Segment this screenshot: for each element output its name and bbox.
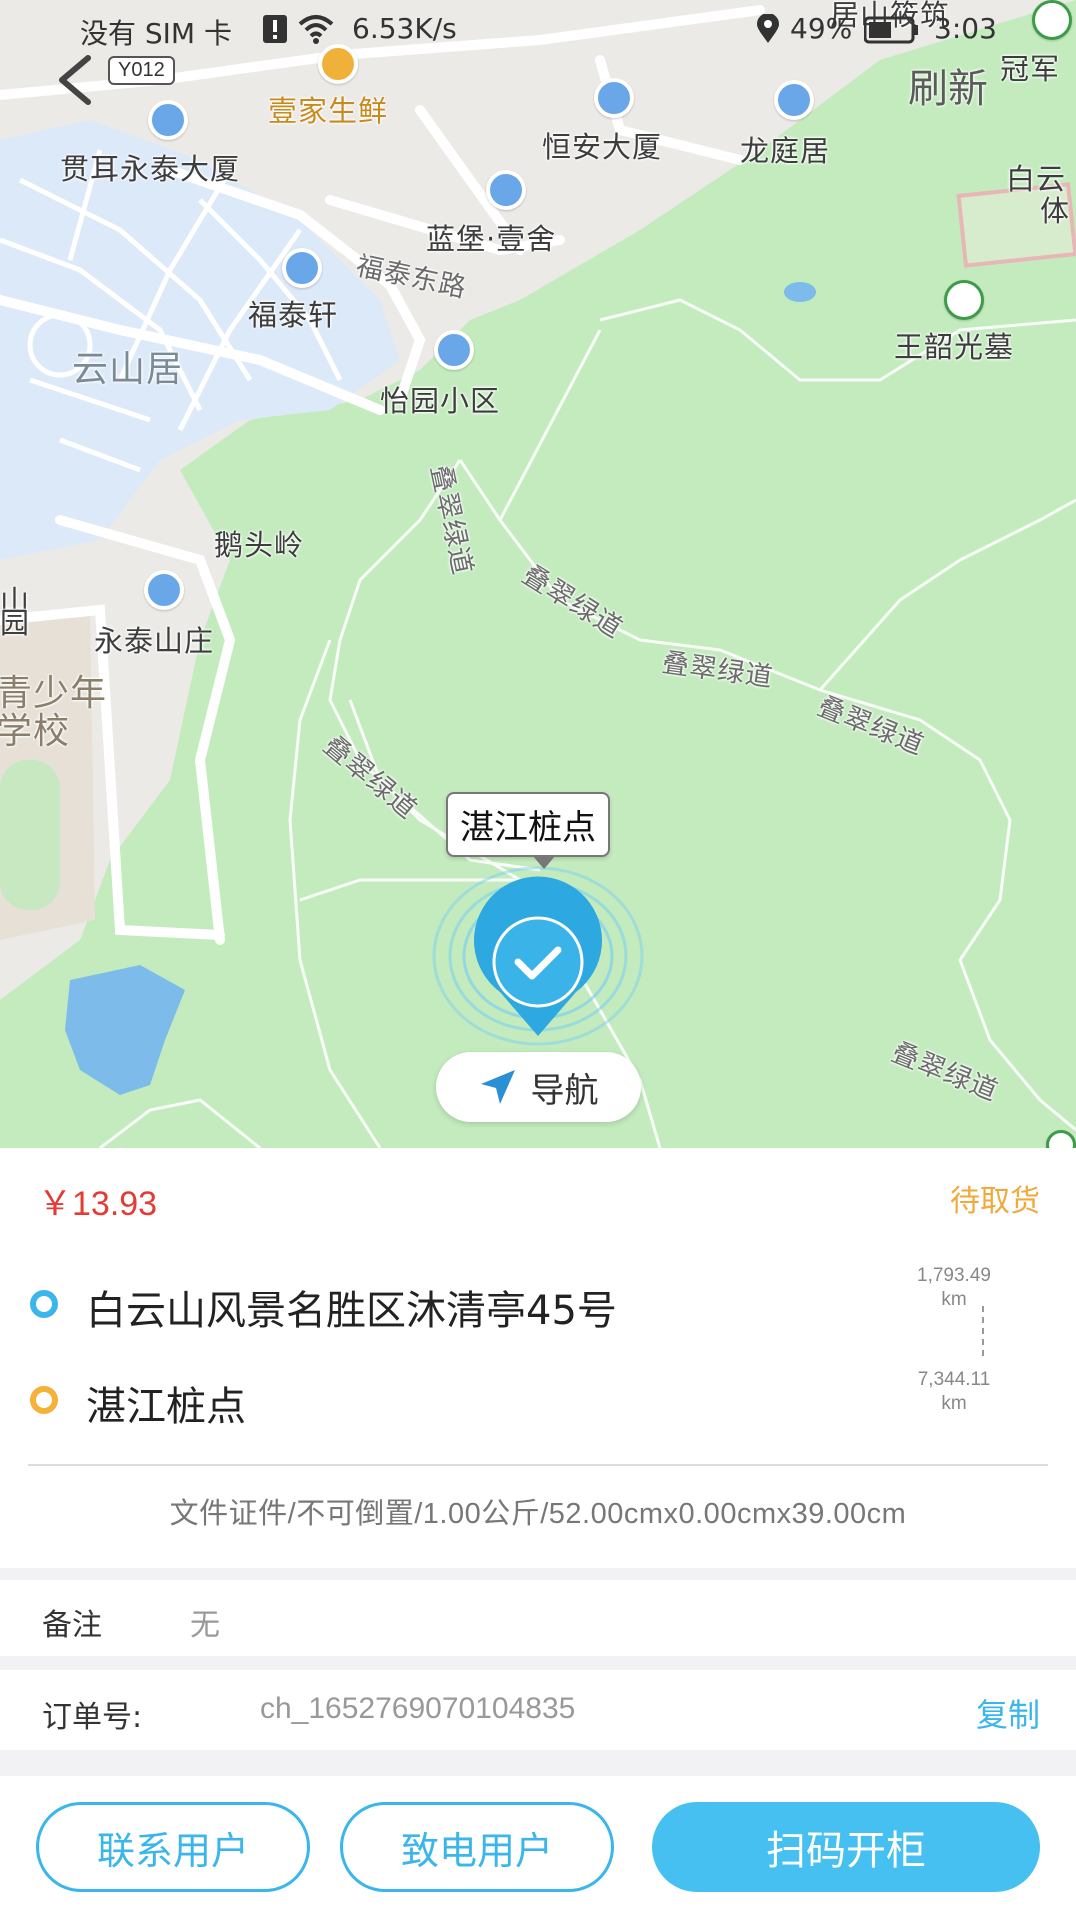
road-badge: Y012 [108, 56, 175, 85]
refresh-button[interactable]: 刷新 [908, 56, 988, 114]
building-poi-icon[interactable] [148, 100, 188, 140]
destination-marker[interactable] [430, 866, 646, 1046]
map-label: 壹家生鲜 [268, 94, 389, 128]
order-status-badge: 待取货 [950, 1184, 1040, 1219]
hotel-poi-icon[interactable] [486, 170, 526, 210]
order-number-row: 订单号: ch_1652769070104835 复制 [0, 1670, 1076, 1750]
clock: 3:03 [934, 12, 997, 45]
navigation-arrow-icon [480, 1070, 515, 1104]
back-button[interactable] [48, 50, 108, 110]
sim-alert-icon [262, 14, 288, 51]
order-number-value: ch_1652769070104835 [260, 1692, 576, 1725]
map-label: 云山居 [72, 349, 184, 390]
map-label: 恒安大厦 [542, 130, 663, 164]
network-speed: 6.53K/s [352, 12, 457, 45]
map-label: 鹅头岭 [214, 528, 305, 562]
action-bar: 联系用户 致电用户 扫码开柜 [0, 1776, 1076, 1916]
scan-open-locker-button[interactable]: 扫码开柜 [652, 1802, 1040, 1892]
home-poi-icon[interactable] [282, 248, 322, 288]
dropoff-address-row: 湛江桩点 [0, 1370, 900, 1430]
pickup-distance-value: 1,793.49 [917, 1265, 991, 1286]
battery-icon [863, 16, 920, 51]
map-label: 园 [0, 606, 31, 640]
package-info: 文件证件/不可倒置/1.00公斤/52.00cmx0.00cmx39.00cm [169, 1498, 907, 1530]
home-poi-icon[interactable] [434, 330, 474, 370]
order-price: ￥13.93 [38, 1185, 158, 1223]
pickup-address: 白云山风景名胜区沐清亭45号 [86, 1288, 617, 1334]
map-label: 永泰山庄 [94, 624, 215, 658]
map-label: 学校 [0, 711, 71, 752]
building-poi-icon[interactable] [594, 78, 634, 118]
distance-connector [982, 1306, 984, 1356]
home-poi-icon[interactable] [774, 80, 814, 120]
pickup-distance: 1,793.49 km [894, 1264, 1014, 1312]
copy-button[interactable]: 复制 [976, 1690, 1040, 1736]
pickup-address-row: 白云山风景名胜区沐清亭45号 [0, 1274, 900, 1334]
order-number-label: 订单号: [42, 1700, 143, 1735]
status-bar: 没有 SIM 卡 6.53K/s 49% 3:03 [0, 0, 1076, 60]
map-label: 蓝堡·壹舍 [426, 222, 557, 256]
map-label: 贯耳永泰大厦 [60, 152, 241, 186]
park-poi-icon[interactable] [944, 280, 984, 320]
remark-row: 备注 无 [0, 1580, 1076, 1656]
hotel-poi-icon[interactable] [144, 570, 184, 610]
divider [28, 1464, 1048, 1466]
map-label: 福泰轩 [248, 298, 339, 332]
map-label: 体 [1040, 194, 1071, 228]
map-view[interactable]: 居山筱筑 壹家生鲜 贯耳永泰大厦 恒安大厦 龙庭居 蓝堡·壹舍 福泰东路 福泰轩… [0, 0, 1076, 1148]
pickup-dot-icon [30, 1290, 58, 1318]
navigate-label: 导航 [530, 1070, 599, 1111]
map-label: 怡园小区 [380, 384, 501, 418]
remark-value: 无 [190, 1608, 220, 1643]
chevron-left-icon [59, 55, 91, 105]
contact-user-button[interactable]: 联系用户 [36, 1802, 310, 1892]
map-label: 王韶光墓 [894, 330, 1015, 364]
map-label: 龙庭居 [740, 134, 831, 168]
dropoff-dot-icon [30, 1386, 58, 1414]
remark-label: 备注 [42, 1608, 102, 1643]
location-icon [756, 13, 780, 51]
battery-percent: 49% [790, 12, 853, 45]
carrier-text: 没有 SIM 卡 [80, 17, 232, 50]
call-user-button[interactable]: 致电用户 [340, 1802, 614, 1892]
pickup-distance-unit: km [941, 1289, 967, 1310]
navigate-button[interactable]: 导航 [436, 1052, 641, 1122]
dropoff-address: 湛江桩点 [86, 1384, 246, 1430]
marker-callout: 湛江桩点 [446, 792, 610, 869]
dropoff-distance-unit: km [941, 1393, 967, 1414]
dropoff-distance: 7,344.11 km [894, 1368, 1014, 1416]
wifi-icon [298, 14, 334, 51]
dropoff-distance-value: 7,344.11 [917, 1369, 991, 1390]
